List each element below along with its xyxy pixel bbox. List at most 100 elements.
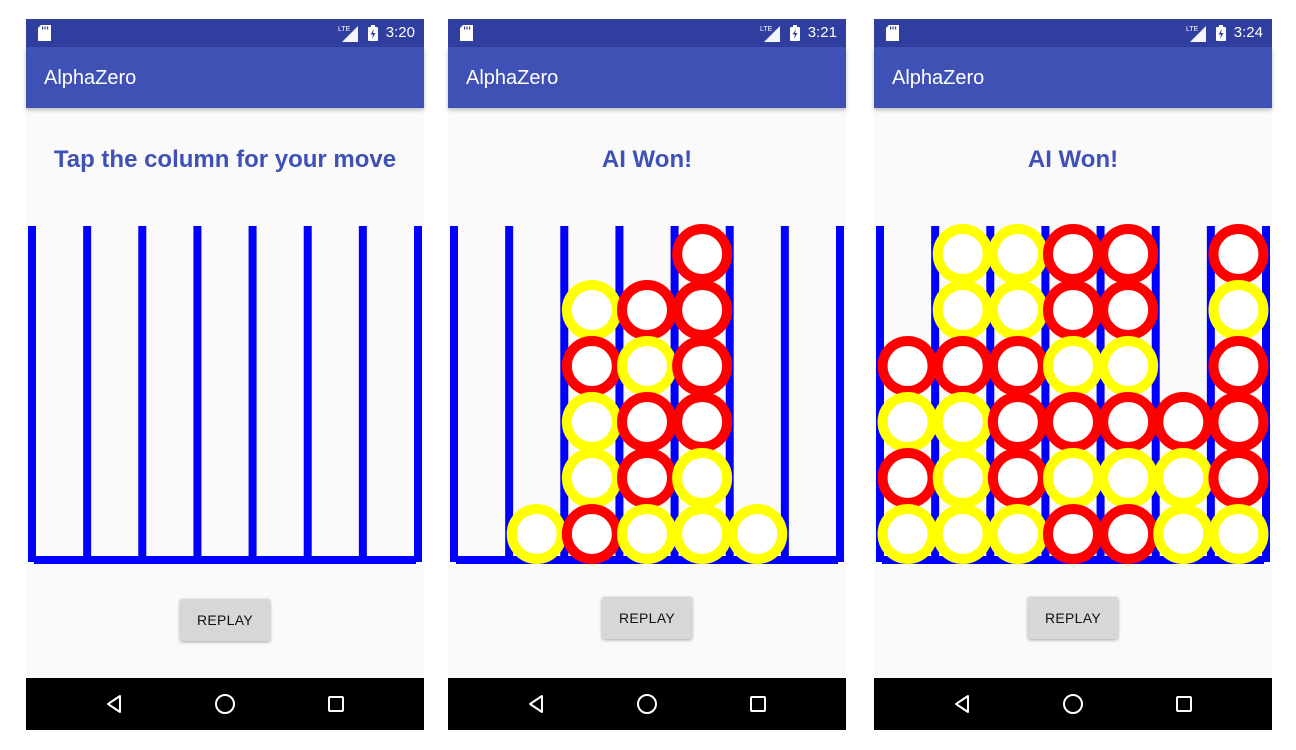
column-divider [505, 226, 514, 562]
game-status-message: Tap the column for your move [53, 146, 397, 173]
recents-icon[interactable] [326, 694, 346, 714]
app-title: AlphaZero [466, 67, 559, 89]
back-icon[interactable] [104, 694, 124, 714]
column-divider [1206, 226, 1215, 562]
column-divider [931, 226, 940, 562]
svg-text:LTE: LTE [760, 26, 773, 33]
app-bar: AlphaZero [448, 47, 846, 108]
home-icon[interactable] [214, 693, 236, 715]
red-disc [672, 336, 733, 396]
yellow-disc [1098, 336, 1159, 396]
yellow-disc [561, 392, 622, 452]
game-status-message: AI Won! [1027, 146, 1119, 173]
red-disc [1043, 280, 1103, 340]
lte-signal-icon: LTE [760, 26, 780, 42]
yellow-disc [932, 280, 993, 340]
red-disc [877, 448, 938, 508]
replay-button[interactable]: REPLAY [180, 599, 270, 641]
red-disc [561, 504, 622, 564]
game-board[interactable] [448, 220, 846, 580]
red-disc [932, 336, 993, 396]
yellow-disc [617, 504, 677, 564]
replay-button[interactable]: REPLAY [602, 597, 692, 639]
yellow-disc [1043, 336, 1103, 396]
red-disc [877, 336, 938, 396]
battery-charging-icon [368, 25, 378, 41]
nav-bar [448, 678, 846, 730]
column-divider [876, 226, 884, 562]
column-divider [780, 226, 789, 562]
column-divider [414, 226, 422, 562]
red-disc [1208, 448, 1269, 508]
column-divider [28, 226, 36, 562]
svg-text:LTE: LTE [1186, 26, 1199, 33]
app-title: AlphaZero [892, 67, 985, 89]
home-icon[interactable] [1062, 693, 1084, 715]
replay-button[interactable]: REPLAY [1028, 597, 1118, 639]
app-bar: AlphaZero [26, 47, 424, 108]
yellow-disc [1208, 280, 1269, 340]
yellow-disc [1043, 448, 1103, 508]
red-disc [617, 280, 677, 340]
yellow-disc [932, 224, 993, 284]
battery-charging-icon [1216, 25, 1226, 41]
red-disc [561, 336, 622, 396]
phone-screen-3: LTE 3:24 AlphaZero AI Won! REPLAY [874, 19, 1272, 730]
column-divider [986, 226, 995, 562]
red-disc [672, 224, 733, 284]
yellow-disc [987, 504, 1048, 564]
column-divider [193, 226, 202, 562]
phone-screen-1: LTE 3:20 AlphaZero Tap the column for yo… [26, 19, 424, 730]
red-disc [987, 448, 1048, 508]
status-bar: LTE 3:20 [26, 19, 424, 47]
yellow-disc [932, 448, 993, 508]
yellow-disc [1208, 504, 1269, 564]
sd-card-icon [38, 25, 51, 41]
yellow-disc [987, 224, 1048, 284]
red-disc [1208, 336, 1269, 396]
status-bar: LTE 3:24 [874, 19, 1272, 47]
red-disc [987, 392, 1048, 452]
yellow-disc [561, 280, 622, 340]
column-divider [560, 226, 569, 562]
home-icon[interactable] [636, 693, 658, 715]
svg-text:LTE: LTE [338, 26, 351, 33]
red-disc [1153, 392, 1214, 452]
sd-card-icon [886, 25, 899, 41]
yellow-disc [987, 280, 1048, 340]
red-disc [1098, 224, 1159, 284]
red-disc [1043, 392, 1103, 452]
column-divider [725, 226, 734, 562]
game-board[interactable] [874, 220, 1272, 580]
column-divider [670, 226, 679, 562]
phone-screen-2: LTE 3:21 AlphaZero AI Won! REPLAY [448, 19, 846, 730]
column-divider [83, 226, 92, 562]
lte-signal-icon: LTE [338, 26, 358, 42]
yellow-disc [1098, 448, 1159, 508]
game-status-message: AI Won! [601, 146, 693, 173]
column-divider [1262, 226, 1270, 562]
red-disc [672, 280, 733, 340]
status-time: 3:21 [807, 24, 837, 41]
back-icon[interactable] [952, 694, 972, 714]
nav-bar [26, 678, 424, 730]
red-disc [1043, 224, 1103, 284]
board-base [34, 556, 416, 564]
column-divider [1151, 226, 1160, 562]
red-disc [617, 448, 677, 508]
back-icon[interactable] [526, 694, 546, 714]
column-divider [836, 226, 844, 562]
column-divider [303, 226, 312, 562]
red-disc [1208, 224, 1269, 284]
app-bar: AlphaZero [874, 47, 1272, 108]
status-bar: LTE 3:21 [448, 19, 846, 47]
sd-card-icon [460, 25, 473, 41]
column-divider [1041, 226, 1050, 562]
game-board[interactable] [26, 220, 424, 580]
lte-signal-icon: LTE [1186, 26, 1206, 42]
recents-icon[interactable] [1174, 694, 1194, 714]
column-divider [138, 226, 147, 562]
nav-bar [874, 678, 1272, 730]
status-time: 3:20 [385, 24, 415, 41]
recents-icon[interactable] [748, 694, 768, 714]
